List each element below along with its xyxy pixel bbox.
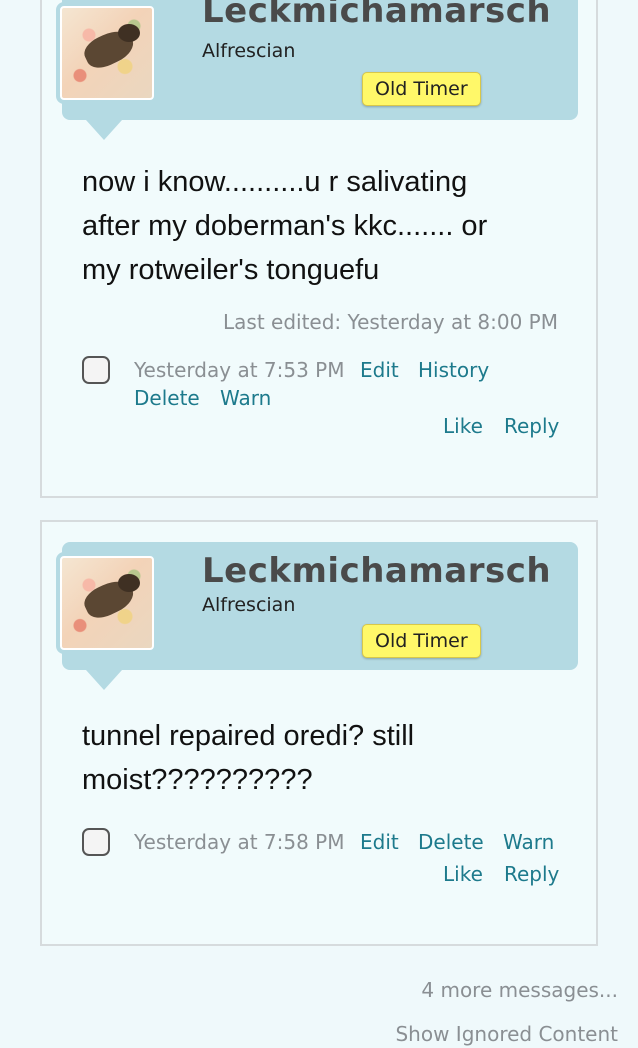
delete-link[interactable]: Delete	[134, 386, 200, 410]
message-body: tunnel repaired oredi? still moist??????…	[82, 714, 552, 802]
user-badge: Old Timer	[362, 72, 481, 106]
avatar-frame	[56, 552, 158, 654]
select-checkbox[interactable]	[82, 356, 110, 384]
message-line: now i know..........u r salivating	[82, 166, 468, 198]
history-link[interactable]: History	[418, 358, 489, 382]
dog-head-image	[118, 24, 140, 42]
warn-link[interactable]: Warn	[220, 386, 271, 410]
reply-link[interactable]: Reply	[504, 414, 559, 438]
message-body: now i know..........u r salivating after…	[82, 160, 552, 292]
reply-link[interactable]: Reply	[504, 862, 559, 886]
username[interactable]: Leckmichamarsch	[202, 0, 551, 31]
message-line: tunnel repaired oredi? still	[82, 720, 415, 752]
post-timestamp[interactable]: Yesterday at 7:58 PM	[134, 830, 345, 854]
user-badge: Old Timer	[362, 624, 481, 658]
message-line: moist??????????	[82, 764, 313, 796]
edit-link[interactable]: Edit	[360, 358, 399, 382]
edit-link[interactable]: Edit	[360, 830, 399, 854]
show-ignored-link[interactable]: Show Ignored Content	[395, 1022, 618, 1046]
message-line: after my doberman's kkc....... or	[82, 210, 488, 242]
last-edited: Last edited: Yesterday at 8:00 PM	[223, 310, 558, 334]
like-link[interactable]: Like	[443, 414, 483, 438]
dog-head-image	[118, 574, 140, 592]
like-link[interactable]: Like	[443, 862, 483, 886]
select-checkbox[interactable]	[82, 828, 110, 856]
warn-link[interactable]: Warn	[503, 830, 554, 854]
post-1: Leckmichamarsch Alfrescian Old Timer now…	[40, 0, 598, 498]
more-messages-link[interactable]: 4 more messages...	[421, 978, 618, 1002]
avatar[interactable]	[60, 556, 154, 650]
user-title: Alfrescian	[202, 594, 296, 616]
post-2: Leckmichamarsch Alfrescian Old Timer tun…	[40, 520, 598, 946]
user-title: Alfrescian	[202, 40, 296, 62]
message-line: my rotweiler's tonguefu	[82, 254, 380, 286]
delete-link[interactable]: Delete	[418, 830, 484, 854]
avatar-frame	[56, 2, 158, 104]
avatar[interactable]	[60, 6, 154, 100]
post-timestamp[interactable]: Yesterday at 7:53 PM	[134, 358, 345, 382]
username[interactable]: Leckmichamarsch	[202, 551, 551, 591]
